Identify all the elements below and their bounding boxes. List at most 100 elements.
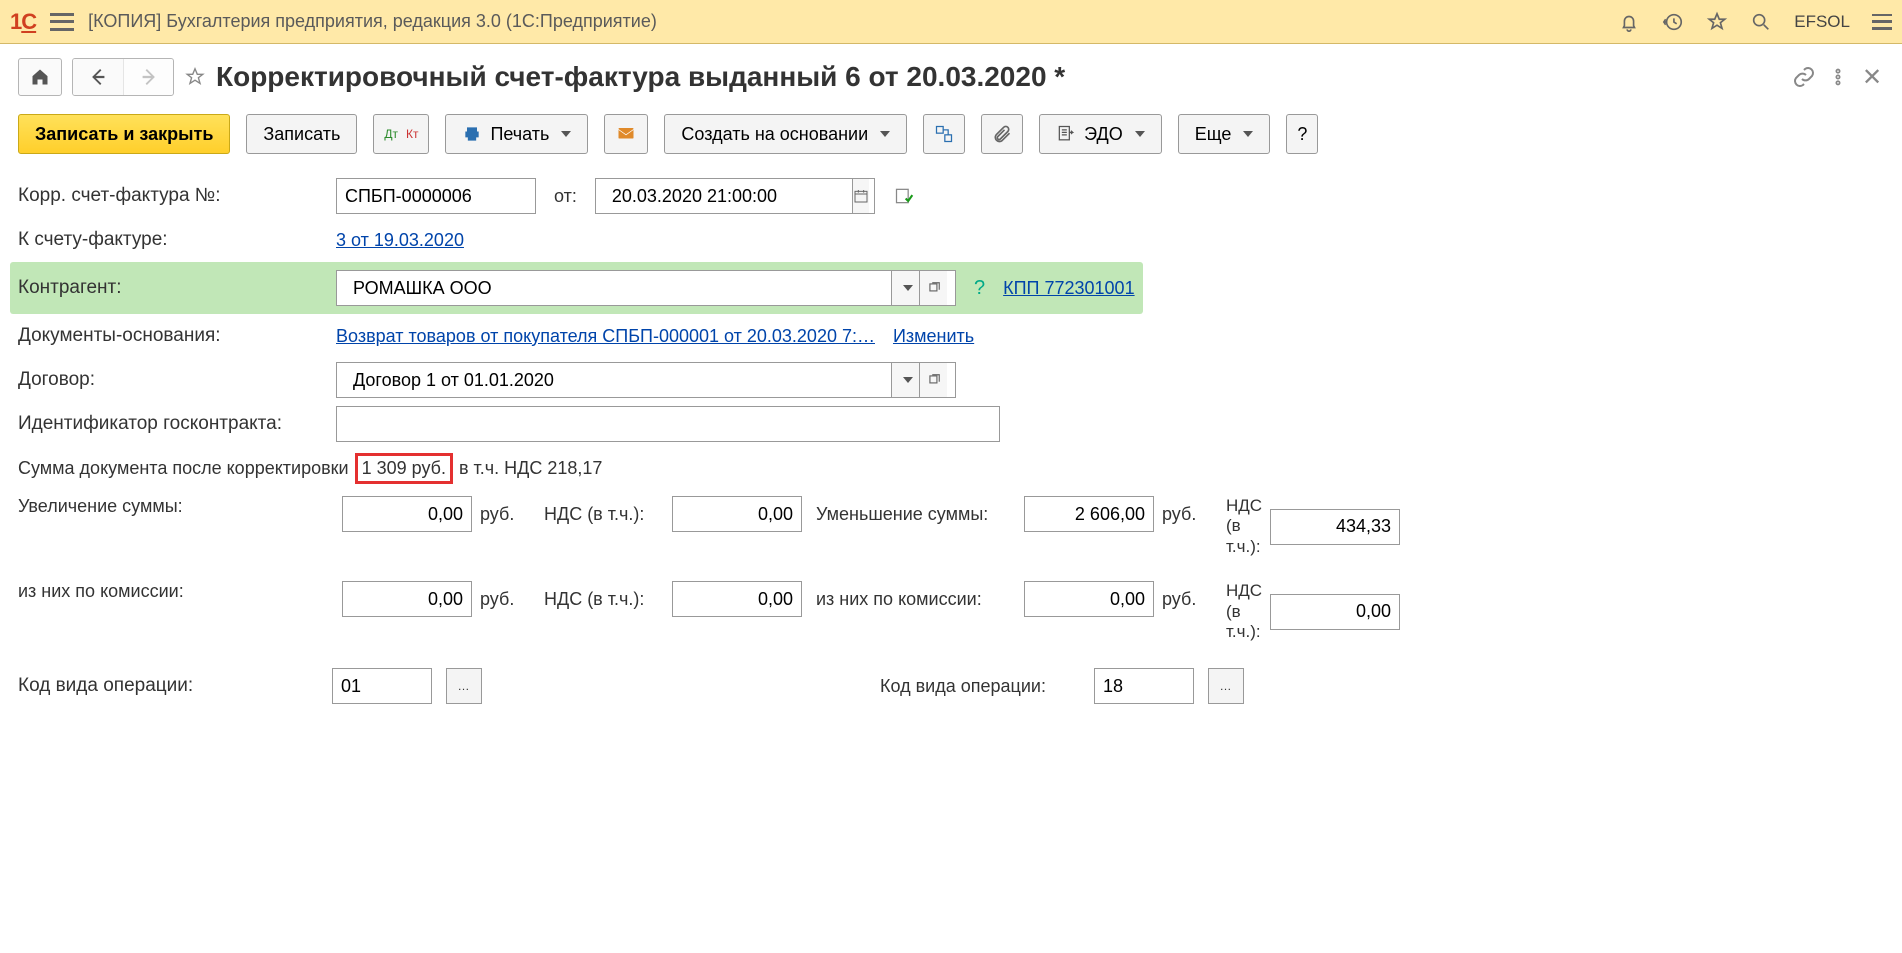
row-opcodes: Код вида операции: … Код вида операции: … — [18, 664, 1884, 708]
chevron-down-icon — [1243, 131, 1253, 137]
calendar-icon[interactable] — [852, 179, 869, 213]
currency-label: руб. — [1162, 589, 1212, 610]
email-button[interactable] — [604, 114, 648, 154]
increase-label: Увеличение суммы: — [18, 496, 318, 517]
home-button[interactable] — [18, 58, 62, 96]
open-ref-icon[interactable] — [919, 271, 947, 305]
edo-button[interactable]: ЭДО — [1039, 114, 1162, 154]
create-based-button[interactable]: Создать на основании — [664, 114, 907, 154]
document-header: Корректировочный счет-фактура выданный 6… — [0, 44, 1902, 104]
comm-dec-input[interactable] — [1024, 581, 1154, 617]
comm-inc-input[interactable] — [342, 581, 472, 617]
gov-id-input[interactable] — [336, 406, 1000, 442]
row-counterparty: Контрагент: ? КПП 772301001 — [10, 262, 1143, 314]
contract-input[interactable] — [345, 364, 891, 396]
contract-label: Договор: — [18, 369, 318, 391]
row-corr-sf: Корр. счет-фактура №: от: — [18, 174, 1884, 218]
currency-label: руб. — [1162, 504, 1212, 525]
opcode-left-picker[interactable]: … — [446, 668, 482, 704]
more-label: Еще — [1195, 124, 1232, 145]
link-icon[interactable] — [1792, 65, 1816, 89]
nds-inc-label: НДС (в т.ч.): — [544, 504, 664, 525]
favorite-star-icon[interactable] — [184, 66, 206, 88]
to-sf-label: К счету-фактуре: — [18, 229, 318, 251]
toolbar: Записать и закрыть Записать ДтКт Печать … — [0, 104, 1902, 170]
decrease-label: Уменьшение суммы: — [816, 504, 1016, 525]
date-combo — [595, 178, 875, 214]
row-basis: Документы-основания: Возврат товаров от … — [18, 314, 1884, 358]
counterparty-label: Контрагент: — [18, 277, 318, 299]
from-label: от: — [554, 186, 577, 207]
gov-id-label: Идентификатор госконтракта: — [18, 413, 318, 435]
to-sf-link[interactable]: 3 от 19.03.2020 — [336, 230, 464, 251]
currency-label: руб. — [480, 589, 530, 610]
dropdown-icon[interactable] — [891, 363, 919, 397]
sums-row-1: Увеличение суммы: руб. НДС (в т.ч.): Уме… — [18, 490, 1884, 557]
chevron-down-icon — [1135, 131, 1145, 137]
save-button[interactable]: Записать — [246, 114, 357, 154]
bell-icon[interactable] — [1618, 11, 1640, 33]
opcode-left-input[interactable] — [332, 668, 432, 704]
decrease-input[interactable] — [1024, 496, 1154, 532]
dt-kt-button[interactable]: ДтКт — [373, 114, 429, 154]
settings-menu-icon[interactable] — [1872, 14, 1892, 30]
opcode-right-label: Код вида операции: — [880, 676, 1080, 697]
basis-edit-link[interactable]: Изменить — [893, 326, 974, 347]
basis-link[interactable]: Возврат товаров от покупателя СПБП-00000… — [336, 326, 875, 347]
app-bar: 1C [КОПИЯ] Бухгалтерия предприятия, реда… — [0, 0, 1902, 44]
sum-after-tail: в т.ч. НДС 218,17 — [459, 458, 602, 479]
history-icon[interactable] — [1662, 11, 1684, 33]
search-icon[interactable] — [1750, 11, 1772, 33]
comm-nds-inc-label: НДС (в т.ч.): — [544, 589, 664, 610]
corr-sf-input[interactable] — [336, 178, 536, 214]
forward-button — [123, 59, 173, 95]
comm-nds-dec-input[interactable] — [1270, 594, 1400, 630]
contract-combo — [336, 362, 956, 398]
top-icons: EFSOL — [1618, 11, 1892, 33]
user-label[interactable]: EFSOL — [1794, 12, 1850, 32]
open-ref-icon[interactable] — [919, 363, 947, 397]
opcode-right-picker[interactable]: … — [1208, 668, 1244, 704]
opcode-right-input[interactable] — [1094, 668, 1194, 704]
kpp-link[interactable]: КПП 772301001 — [1003, 278, 1134, 299]
corr-sf-label: Корр. счет-фактура №: — [18, 185, 318, 207]
counterparty-input[interactable] — [345, 272, 891, 304]
print-label: Печать — [490, 124, 549, 145]
structure-button[interactable] — [923, 114, 965, 154]
row-sum-after: Сумма документа после корректировки 1 30… — [18, 446, 1884, 490]
form-body: Корр. счет-фактура №: от: К счету-фактур… — [0, 170, 1902, 728]
back-button[interactable] — [73, 59, 123, 95]
help-button[interactable]: ? — [1286, 114, 1318, 154]
dropdown-icon[interactable] — [891, 271, 919, 305]
document-title: Корректировочный счет-фактура выданный 6… — [216, 61, 1065, 93]
comm-inc-label: из них по комиссии: — [18, 581, 318, 602]
increase-input[interactable] — [342, 496, 472, 532]
more-button[interactable]: Еще — [1178, 114, 1271, 154]
save-close-button[interactable]: Записать и закрыть — [18, 114, 230, 154]
main-menu-icon[interactable] — [50, 13, 74, 31]
counterparty-help-icon[interactable]: ? — [974, 277, 985, 300]
nds-dec-input[interactable] — [1270, 509, 1400, 545]
opcode-left-label: Код вида операции: — [18, 675, 318, 697]
sum-after-amount: 1 309 руб. — [355, 453, 453, 484]
sum-after-label: Сумма документа после корректировки — [18, 458, 349, 479]
row-to-sf: К счету-фактуре: 3 от 19.03.2020 — [18, 218, 1884, 262]
row-contract: Договор: — [18, 358, 1884, 402]
logo-1c: 1C — [10, 9, 36, 35]
edo-label: ЭДО — [1084, 124, 1123, 145]
more-dots-icon[interactable] — [1826, 65, 1850, 89]
comm-nds-inc-input[interactable] — [672, 581, 802, 617]
date-input[interactable] — [604, 180, 852, 212]
print-button[interactable]: Печать — [445, 114, 588, 154]
close-icon[interactable]: ✕ — [1860, 65, 1884, 89]
nds-inc-input[interactable] — [672, 496, 802, 532]
row-gov-id: Идентификатор госконтракта: — [18, 402, 1884, 446]
counterparty-combo — [336, 270, 956, 306]
attachment-button[interactable] — [981, 114, 1023, 154]
status-ok-icon[interactable] — [893, 185, 915, 207]
nds-dec-label: НДС(вт.ч.): — [1226, 496, 1262, 557]
comm-nds-dec-label: НДС(вт.ч.): — [1226, 581, 1262, 642]
star-icon[interactable] — [1706, 11, 1728, 33]
sums-row-2: из них по комиссии: руб. НДС (в т.ч.): и… — [18, 575, 1884, 642]
nav-history-group — [72, 58, 174, 96]
